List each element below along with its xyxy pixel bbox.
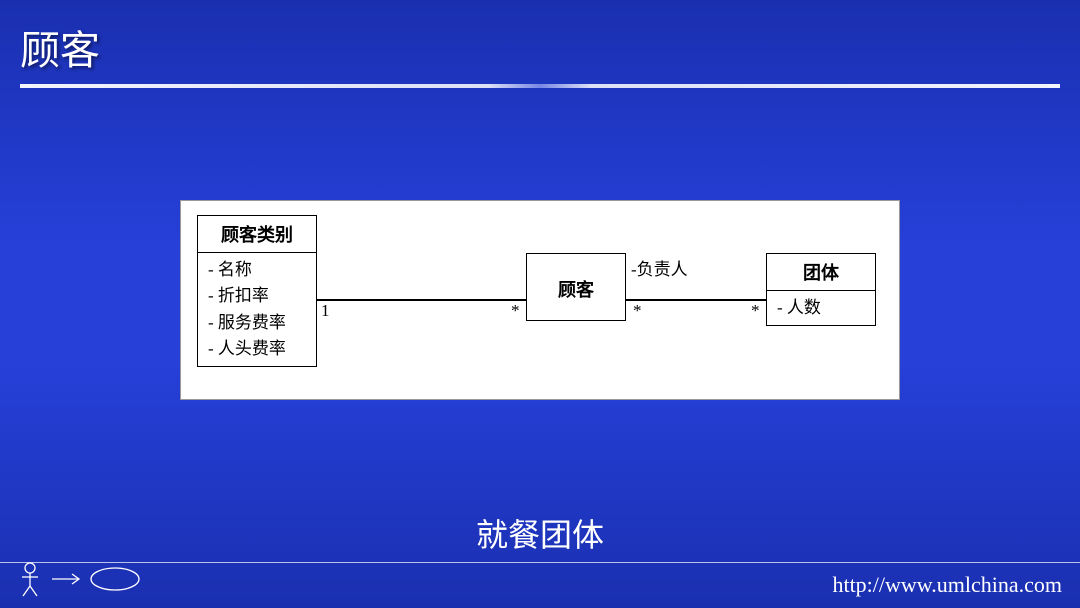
class-category-name: 顾客类别 xyxy=(198,216,316,253)
class-group-attrs: - 人数 xyxy=(767,291,875,325)
class-customer-name: 顾客 xyxy=(527,254,625,324)
attr-item: - 人数 xyxy=(777,295,865,321)
multiplicity-label: * xyxy=(511,301,520,321)
attr-item: - 名称 xyxy=(208,257,306,283)
attr-item: - 折扣率 xyxy=(208,283,306,309)
role-label: -负责人 xyxy=(631,255,688,280)
slide-subtitle: 就餐团体 xyxy=(0,510,1080,556)
actor-usecase-icon xyxy=(10,559,150,604)
association-category-customer xyxy=(317,299,526,301)
multiplicity-label: * xyxy=(633,301,642,321)
class-category: 顾客类别 - 名称 - 折扣率 - 服务费率 - 人头费率 xyxy=(197,215,317,367)
class-group: 团体 - 人数 xyxy=(766,253,876,326)
association-customer-group xyxy=(626,299,766,301)
footer-url: http://www.umlchina.com xyxy=(832,572,1062,598)
multiplicity-label: * xyxy=(751,301,760,321)
multiplicity-label: 1 xyxy=(321,301,330,321)
slide-footer: http://www.umlchina.com xyxy=(0,562,1080,608)
class-category-attrs: - 名称 - 折扣率 - 服务费率 - 人头费率 xyxy=(198,253,316,366)
header-divider xyxy=(20,84,1060,88)
attr-item: - 服务费率 xyxy=(208,310,306,336)
class-customer: 顾客 xyxy=(526,253,626,321)
uml-diagram: 顾客类别 - 名称 - 折扣率 - 服务费率 - 人头费率 顾客 团体 - 人数… xyxy=(180,200,900,400)
slide-title: 顾客 xyxy=(20,18,1060,76)
attr-item: - 人头费率 xyxy=(208,336,306,362)
class-group-name: 团体 xyxy=(767,254,875,291)
slide-header: 顾客 xyxy=(0,0,1080,100)
